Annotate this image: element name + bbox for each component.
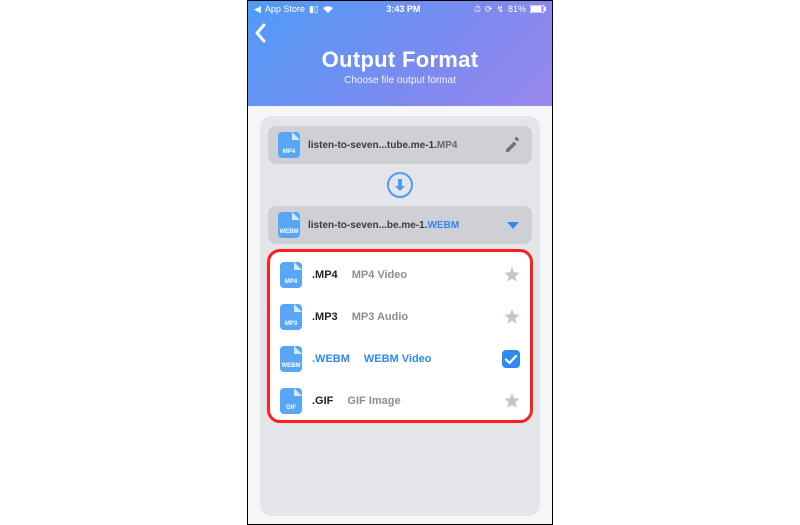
file-icon: GIF bbox=[280, 388, 302, 414]
pencil-icon[interactable] bbox=[504, 136, 522, 154]
format-option-mp3[interactable]: MP3 .MP3 MP3 Audio bbox=[268, 296, 532, 338]
input-file-row[interactable]: MP4 listen-to-seven...tube.me-1.MP4 bbox=[268, 126, 532, 164]
signal-icon: ▮▯ bbox=[309, 4, 319, 15]
format-label: .GIF bbox=[312, 395, 333, 407]
star-icon[interactable] bbox=[504, 267, 520, 283]
alarm-icon: ⏱ bbox=[474, 4, 481, 15]
format-label: .MP4 bbox=[312, 269, 338, 281]
status-battery: 81% bbox=[508, 4, 526, 14]
file-icon: WEBM bbox=[280, 346, 302, 372]
status-back-app[interactable]: App Store bbox=[265, 4, 305, 14]
app-header: ◀ App Store ▮▯ 3:43 PM ⏱ ⟳ ↯ 81% Output … bbox=[248, 1, 552, 106]
page-subtitle: Choose file output format bbox=[248, 75, 552, 86]
chevron-down-icon[interactable] bbox=[504, 216, 522, 234]
page-title: Output Format bbox=[248, 47, 552, 73]
format-desc: MP4 Video bbox=[352, 269, 407, 281]
output-file-row[interactable]: WEBM listen-to-seven...be.me-1.WEBM bbox=[268, 206, 532, 244]
input-file-name: listen-to-seven...tube.me-1.MP4 bbox=[308, 140, 496, 151]
format-label: .MP3 bbox=[312, 311, 338, 323]
file-icon: WEBM bbox=[278, 212, 300, 238]
star-icon[interactable] bbox=[504, 393, 520, 409]
file-icon: MP3 bbox=[280, 304, 302, 330]
file-icon: MP4 bbox=[278, 132, 300, 158]
format-option-mp4[interactable]: MP4 .MP4 MP4 Video bbox=[268, 254, 532, 296]
format-list: MP4 .MP4 MP4 Video MP3 .MP3 MP3 Audio WEBM .WEB… bbox=[268, 250, 532, 422]
format-desc: MP3 Audio bbox=[352, 311, 408, 323]
check-icon bbox=[502, 350, 520, 368]
status-time: 3:43 PM bbox=[386, 4, 420, 14]
format-label: .WEBM bbox=[312, 353, 350, 365]
file-icon: MP4 bbox=[280, 262, 302, 288]
wifi-icon bbox=[323, 5, 333, 13]
star-icon[interactable] bbox=[504, 309, 520, 325]
phone-frame: ◀ App Store ▮▯ 3:43 PM ⏱ ⟳ ↯ 81% Output … bbox=[247, 0, 553, 525]
format-desc: WEBM Video bbox=[364, 353, 432, 365]
format-option-webm[interactable]: WEBM .WEBM WEBM Video bbox=[268, 338, 532, 380]
play-icon: ◀ bbox=[254, 4, 261, 15]
arrow-down-icon bbox=[387, 172, 413, 198]
battery-icon bbox=[530, 5, 546, 13]
content-card: MP4 listen-to-seven...tube.me-1.MP4 WEBM… bbox=[260, 116, 540, 516]
back-button[interactable] bbox=[254, 23, 268, 43]
format-option-gif[interactable]: GIF .GIF GIF Image bbox=[268, 380, 532, 422]
rotation-lock-icon: ⟳ bbox=[485, 4, 493, 15]
chevron-left-icon bbox=[254, 23, 268, 43]
output-file-name: listen-to-seven...be.me-1.WEBM bbox=[308, 220, 496, 231]
status-bar: ◀ App Store ▮▯ 3:43 PM ⏱ ⟳ ↯ 81% bbox=[248, 1, 552, 17]
format-desc: GIF Image bbox=[347, 395, 400, 407]
lightning-icon: ↯ bbox=[496, 4, 504, 15]
